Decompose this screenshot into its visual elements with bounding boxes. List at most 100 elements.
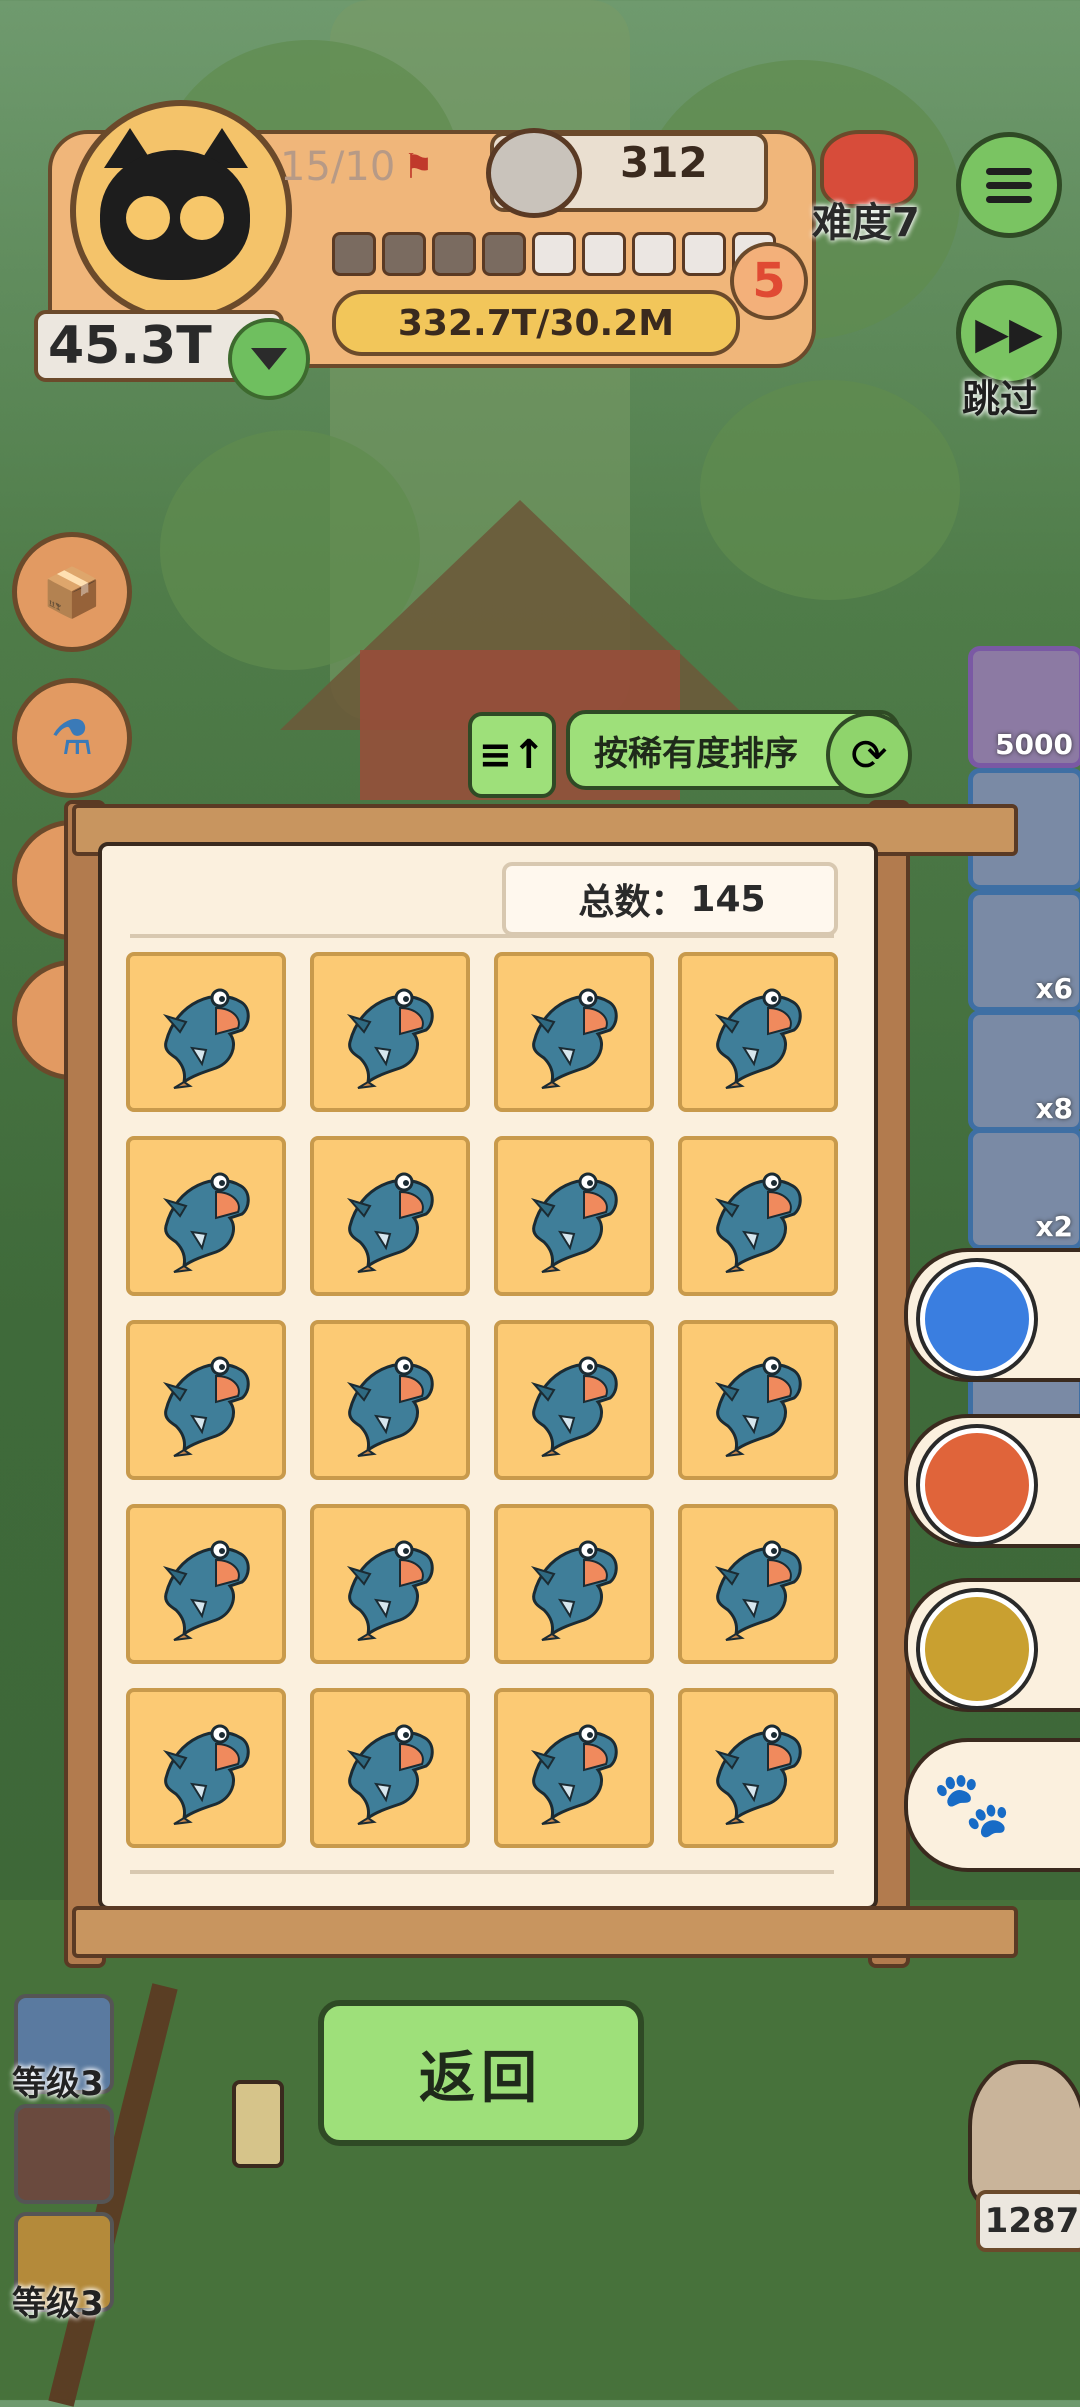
water-icon [920, 1262, 1034, 1376]
shark-fish-icon [714, 1172, 802, 1273]
level-segment [632, 232, 676, 276]
owl-icon[interactable] [968, 2060, 1080, 2208]
refresh-icon: ⟳ [850, 729, 888, 781]
total-label: 总数： [578, 882, 687, 923]
collection-card[interactable] [494, 1504, 654, 1664]
total-value: 145 [690, 878, 766, 920]
shark-fish-icon [162, 988, 250, 1089]
bag-icon [920, 1428, 1034, 1542]
collection-card[interactable] [126, 952, 286, 1112]
collection-card[interactable] [494, 1320, 654, 1480]
paw-icon: 🐾 [920, 1752, 1024, 1856]
collection-card[interactable] [494, 952, 654, 1112]
collection-card[interactable] [126, 1504, 286, 1664]
collection-card[interactable] [310, 1504, 470, 1664]
difficulty-label: 难度7 [812, 200, 920, 246]
level-segment [332, 232, 376, 276]
collection-grid [126, 952, 838, 1848]
collection-card[interactable] [678, 952, 838, 1112]
potion-icon: ⚗ [50, 710, 94, 766]
level-segments [332, 232, 776, 276]
flag-icon: ⚑ [403, 147, 434, 187]
level-label: 等级3 [12, 2064, 104, 2104]
inventory-slot[interactable]: x2 [968, 1128, 1080, 1250]
tab-bag[interactable] [904, 1414, 1080, 1548]
collection-card[interactable] [494, 1136, 654, 1296]
shark-fish-icon [162, 1724, 250, 1825]
return-label: 返回 [419, 2045, 543, 2111]
shark-fish-icon [346, 1724, 434, 1825]
box-icon: 📦 [42, 564, 102, 621]
collection-card[interactable] [678, 1320, 838, 1480]
divider [130, 1870, 834, 1874]
collection-card[interactable] [126, 1136, 286, 1296]
sort-label: 按稀有度排序 [594, 733, 798, 774]
potion-button[interactable]: ⚗ [12, 678, 132, 798]
inventory-slot[interactable]: 5000 [968, 646, 1080, 768]
level-number: 5 [730, 242, 808, 320]
food-bowl-icon [486, 128, 582, 218]
shark-fish-icon [346, 1356, 434, 1457]
level-segment [682, 232, 726, 276]
chevron-down-icon [251, 348, 287, 370]
inventory-count: x2 [1035, 1210, 1073, 1243]
level-badge-bag[interactable] [14, 2104, 114, 2204]
capacity-value: 15/10 [280, 144, 396, 190]
divider [130, 934, 834, 938]
total-count: 总数： 145 [502, 862, 838, 936]
collection-card[interactable] [310, 1320, 470, 1480]
collection-card[interactable] [310, 1688, 470, 1848]
collection-card[interactable] [310, 952, 470, 1112]
shark-fish-icon [162, 1172, 250, 1273]
tab-paw[interactable]: 🐾 [904, 1738, 1080, 1872]
shark-fish-icon [162, 1540, 250, 1641]
shark-fish-icon [530, 1172, 618, 1273]
shark-fish-icon [714, 1540, 802, 1641]
return-button[interactable]: 返回 [318, 2000, 644, 2146]
skip-label: 跳过 [962, 377, 1039, 421]
board-beam-bottom [72, 1906, 1018, 1958]
collapse-button[interactable] [228, 318, 310, 400]
black-cat-icon [100, 150, 250, 280]
shark-fish-icon [714, 988, 802, 1089]
skull-icon [920, 1592, 1034, 1706]
tab-water[interactable] [904, 1248, 1080, 1382]
background-ground [0, 1900, 1080, 2400]
level-segment [582, 232, 626, 276]
paw-eye-left [126, 196, 170, 240]
shark-fish-icon [346, 988, 434, 1089]
paw-eye-right [180, 196, 224, 240]
shark-fish-icon [162, 1356, 250, 1457]
inventory-count: x6 [1035, 972, 1073, 1005]
level-label: 等级3 [12, 2284, 104, 2324]
menu-button[interactable] [956, 132, 1062, 238]
shark-fish-icon [346, 1540, 434, 1641]
shark-fish-icon [530, 1356, 618, 1457]
level-segment [432, 232, 476, 276]
collection-card[interactable] [678, 1136, 838, 1296]
level-segment [482, 232, 526, 276]
collection-card[interactable] [678, 1688, 838, 1848]
menu-icon [986, 161, 1032, 210]
collection-card[interactable] [494, 1688, 654, 1848]
refresh-sort-button[interactable]: ⟳ [826, 712, 912, 798]
collection-card[interactable] [310, 1136, 470, 1296]
tab-skull[interactable] [904, 1578, 1080, 1712]
capacity-counter: 15/10 ⚑ [280, 132, 460, 202]
sort-order-button[interactable]: ≡↑ [468, 712, 556, 798]
inventory-slot[interactable]: x6 [968, 890, 1080, 1012]
fast-forward-icon: ▶▶ [975, 307, 1043, 359]
shark-fish-icon [714, 1356, 802, 1457]
collection-card[interactable] [678, 1504, 838, 1664]
collection-card[interactable] [126, 1688, 286, 1848]
shark-fish-icon [530, 1724, 618, 1825]
shark-fish-icon [346, 1172, 434, 1273]
box-button[interactable]: 📦 [12, 532, 132, 652]
inventory-count: x8 [1035, 1092, 1073, 1125]
shark-fish-icon [714, 1724, 802, 1825]
collection-card[interactable] [126, 1320, 286, 1480]
background-foliage [700, 380, 960, 600]
level-segment [382, 232, 426, 276]
inventory-slot[interactable]: x8 [968, 1010, 1080, 1132]
food-value: 312 [620, 138, 708, 187]
